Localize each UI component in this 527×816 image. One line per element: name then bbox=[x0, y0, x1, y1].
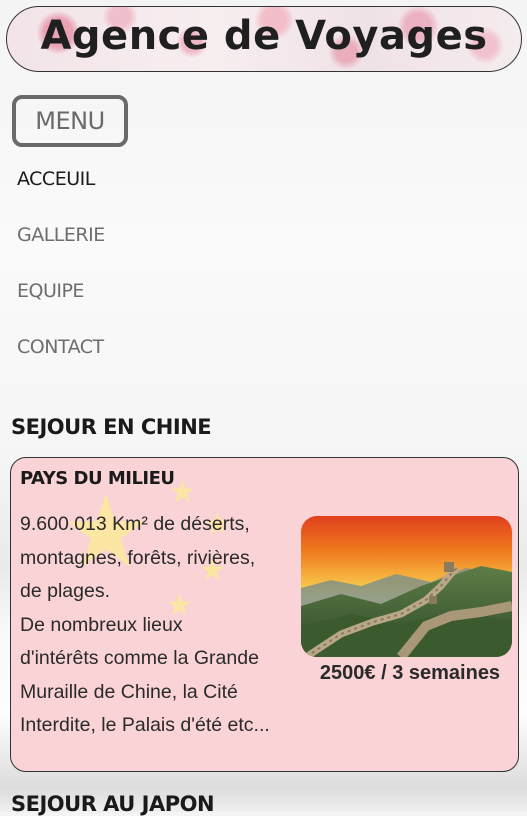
section-title-chine: SEJOUR EN CHINE bbox=[11, 415, 212, 439]
description-line: de plages. bbox=[20, 580, 110, 602]
description-line: De nombreux lieux bbox=[20, 613, 183, 636]
description-line: Interdite, le Palais d'été etc... bbox=[20, 714, 270, 736]
description-line: Muraille de Chine, la Cité bbox=[20, 680, 238, 703]
price-label: 2500€ / 3 semaines bbox=[319, 662, 501, 684]
nav-item-acceuil[interactable]: ACCEUIL bbox=[17, 165, 217, 221]
card-title: PAYS DU MILIEU bbox=[20, 468, 175, 489]
site-title: Agence de Voyages bbox=[40, 13, 488, 59]
card-description: 9.600.013 Km² de déserts, montagnes, for… bbox=[20, 508, 310, 743]
nav-item-equipe[interactable]: EQUIPE bbox=[17, 277, 217, 333]
nav-item-contact[interactable]: CONTACT bbox=[17, 333, 217, 389]
trip-card-chine: ★ ★ ★ ★ ★ PAYS DU MILIEU 9.600.013 Km² d… bbox=[10, 457, 519, 772]
description-line: montagnes, forêts, rivières, bbox=[20, 546, 256, 569]
section-title-japon: SEJOUR AU JAPON bbox=[11, 792, 215, 816]
menu-button[interactable]: MENU bbox=[12, 95, 128, 147]
main-nav: ACCEUIL GALLERIE EQUIPE CONTACT bbox=[17, 165, 217, 389]
site-header: Agence de Voyages bbox=[6, 6, 522, 72]
description-line: 9.600.013 Km² de déserts, bbox=[20, 513, 250, 535]
great-wall-photo bbox=[301, 516, 512, 657]
nav-item-gallerie[interactable]: GALLERIE bbox=[17, 221, 217, 277]
description-line: d'intérêts comme la Grande bbox=[20, 647, 259, 669]
